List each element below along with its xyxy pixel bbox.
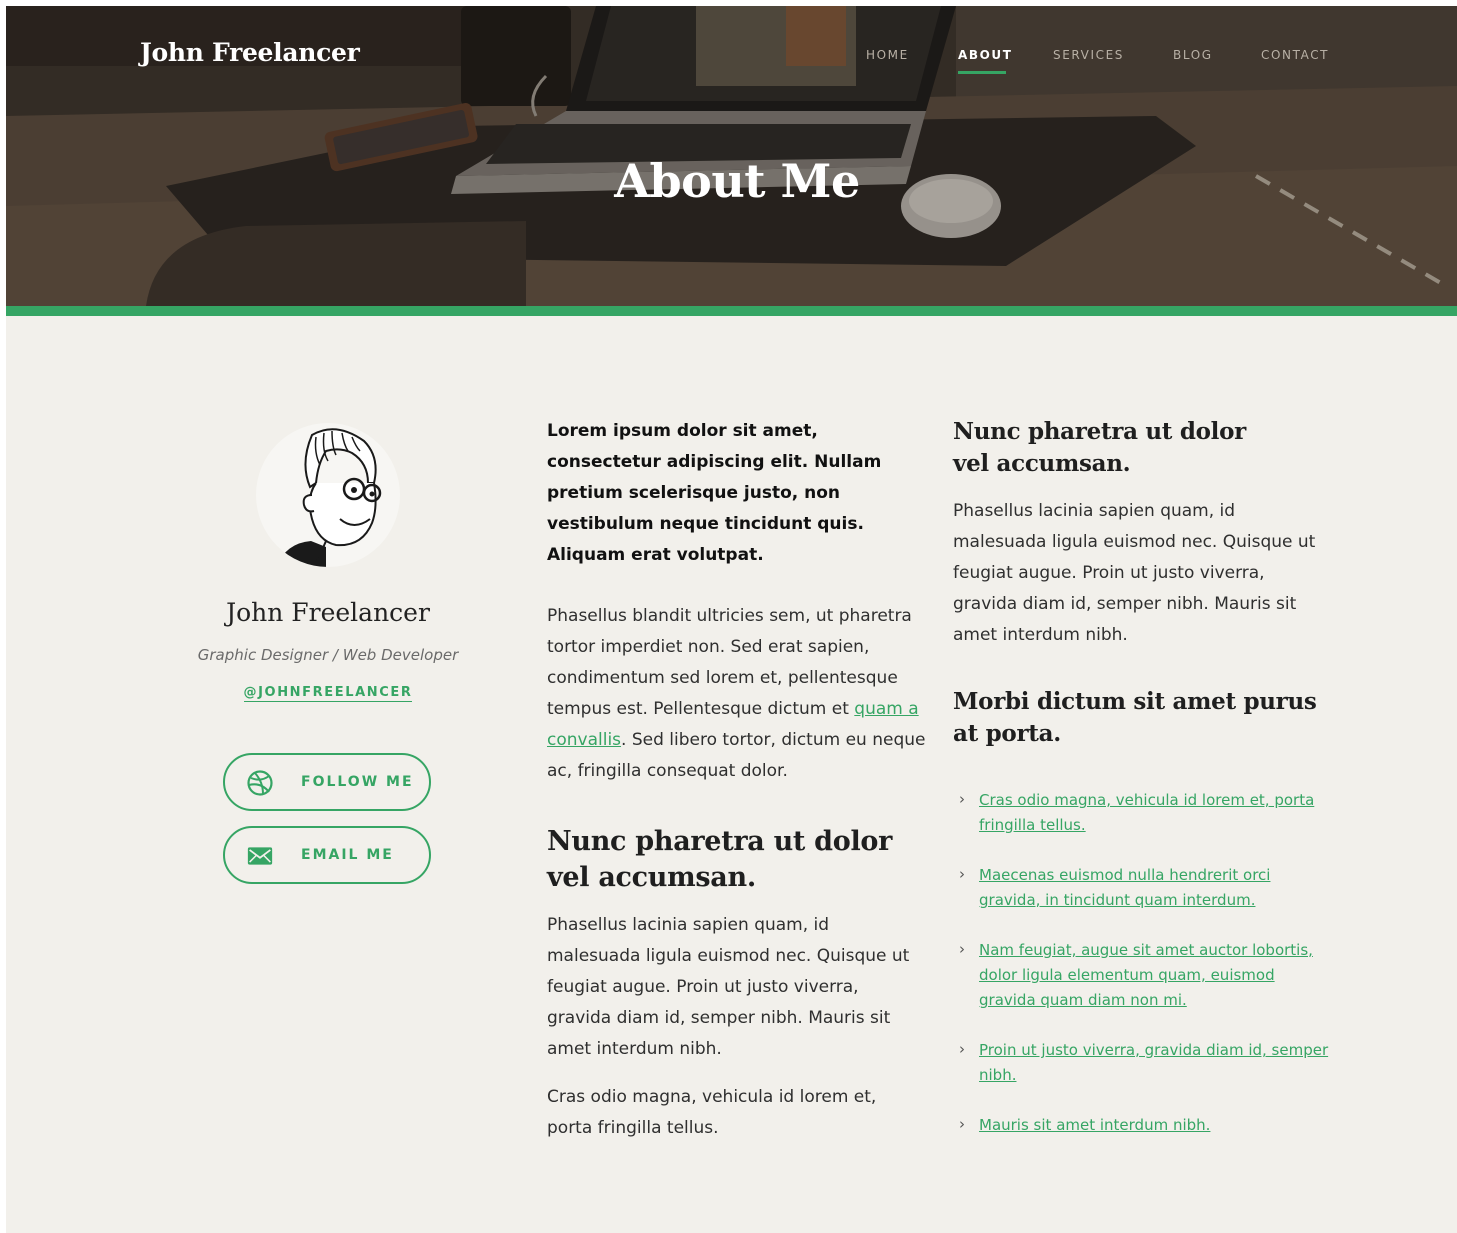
page-title: About Me (614, 154, 860, 208)
chevron-right-icon: › (959, 1040, 965, 1058)
right-paragraph: Phasellus lacinia sapien quam, id malesu… (953, 501, 1316, 645)
email-me-label: EMAIL ME (301, 847, 394, 863)
chevron-right-icon: › (959, 940, 965, 958)
dribbble-icon (247, 770, 273, 796)
list-link-4[interactable]: Proin ut justo viverra, gravida diam id,… (979, 1038, 1329, 1088)
profile-name: John Freelancer (226, 598, 430, 627)
profile-role: Graphic Designer / Web Developer (197, 646, 459, 664)
nav-about[interactable]: ABOUT (958, 48, 1013, 62)
right-heading-2: Morbi dictum sit amet purus at porta. (953, 688, 1317, 747)
follow-me-button[interactable]: FOLLOW ME (223, 753, 431, 811)
list-link-1[interactable]: Cras odio magna, vehicula id lorem et, p… (979, 788, 1329, 838)
nav-active-indicator (958, 71, 1006, 74)
list-link-3[interactable]: Nam feugiat, augue sit amet auctor lobor… (979, 938, 1329, 1013)
middle-heading: Nunc pharetra ut dolor vel accumsan. (547, 826, 893, 893)
cartoon-face-icon (276, 428, 382, 567)
chevron-right-icon: › (959, 790, 965, 808)
avatar (256, 423, 400, 567)
envelope-icon (247, 847, 273, 865)
middle-paragraph-1: Phasellus blandit ultricies sem, ut phar… (547, 601, 927, 787)
nav-contact[interactable]: CONTACT (1261, 48, 1329, 62)
hero-accent-bar (6, 306, 1457, 316)
right-heading-1: Nunc pharetra ut dolor vel accumsan. (953, 418, 1246, 477)
nav-blog[interactable]: BLOG (1173, 48, 1213, 62)
middle-paragraph-2: Phasellus lacinia sapien quam, id malesu… (547, 915, 910, 1059)
nav-services[interactable]: SERVICES (1053, 48, 1124, 62)
chevron-right-icon: › (959, 1115, 965, 1133)
hero-banner: John Freelancer HOME ABOUT SERVICES BLOG… (6, 6, 1457, 306)
lead-paragraph: Lorem ipsum dolor sit amet, consectetur … (547, 421, 882, 565)
list-link-2[interactable]: Maecenas euismod nulla hendrerit orci gr… (979, 863, 1329, 913)
chevron-right-icon: › (959, 865, 965, 883)
profile-handle-link[interactable]: @JOHNFREELANCER (126, 685, 530, 702)
list-link-5[interactable]: Mauris sit amet interdum nibh. (979, 1113, 1329, 1138)
email-me-button[interactable]: EMAIL ME (223, 826, 431, 884)
follow-me-label: FOLLOW ME (301, 774, 414, 790)
nav-home[interactable]: HOME (866, 48, 909, 62)
profile-handle-text[interactable]: @JOHNFREELANCER (243, 685, 413, 702)
site-brand[interactable]: John Freelancer (140, 38, 360, 67)
middle-paragraph-3: Cras odio magna, vehicula id lorem et, p… (547, 1087, 877, 1138)
page: John Freelancer HOME ABOUT SERVICES BLOG… (6, 6, 1457, 1233)
